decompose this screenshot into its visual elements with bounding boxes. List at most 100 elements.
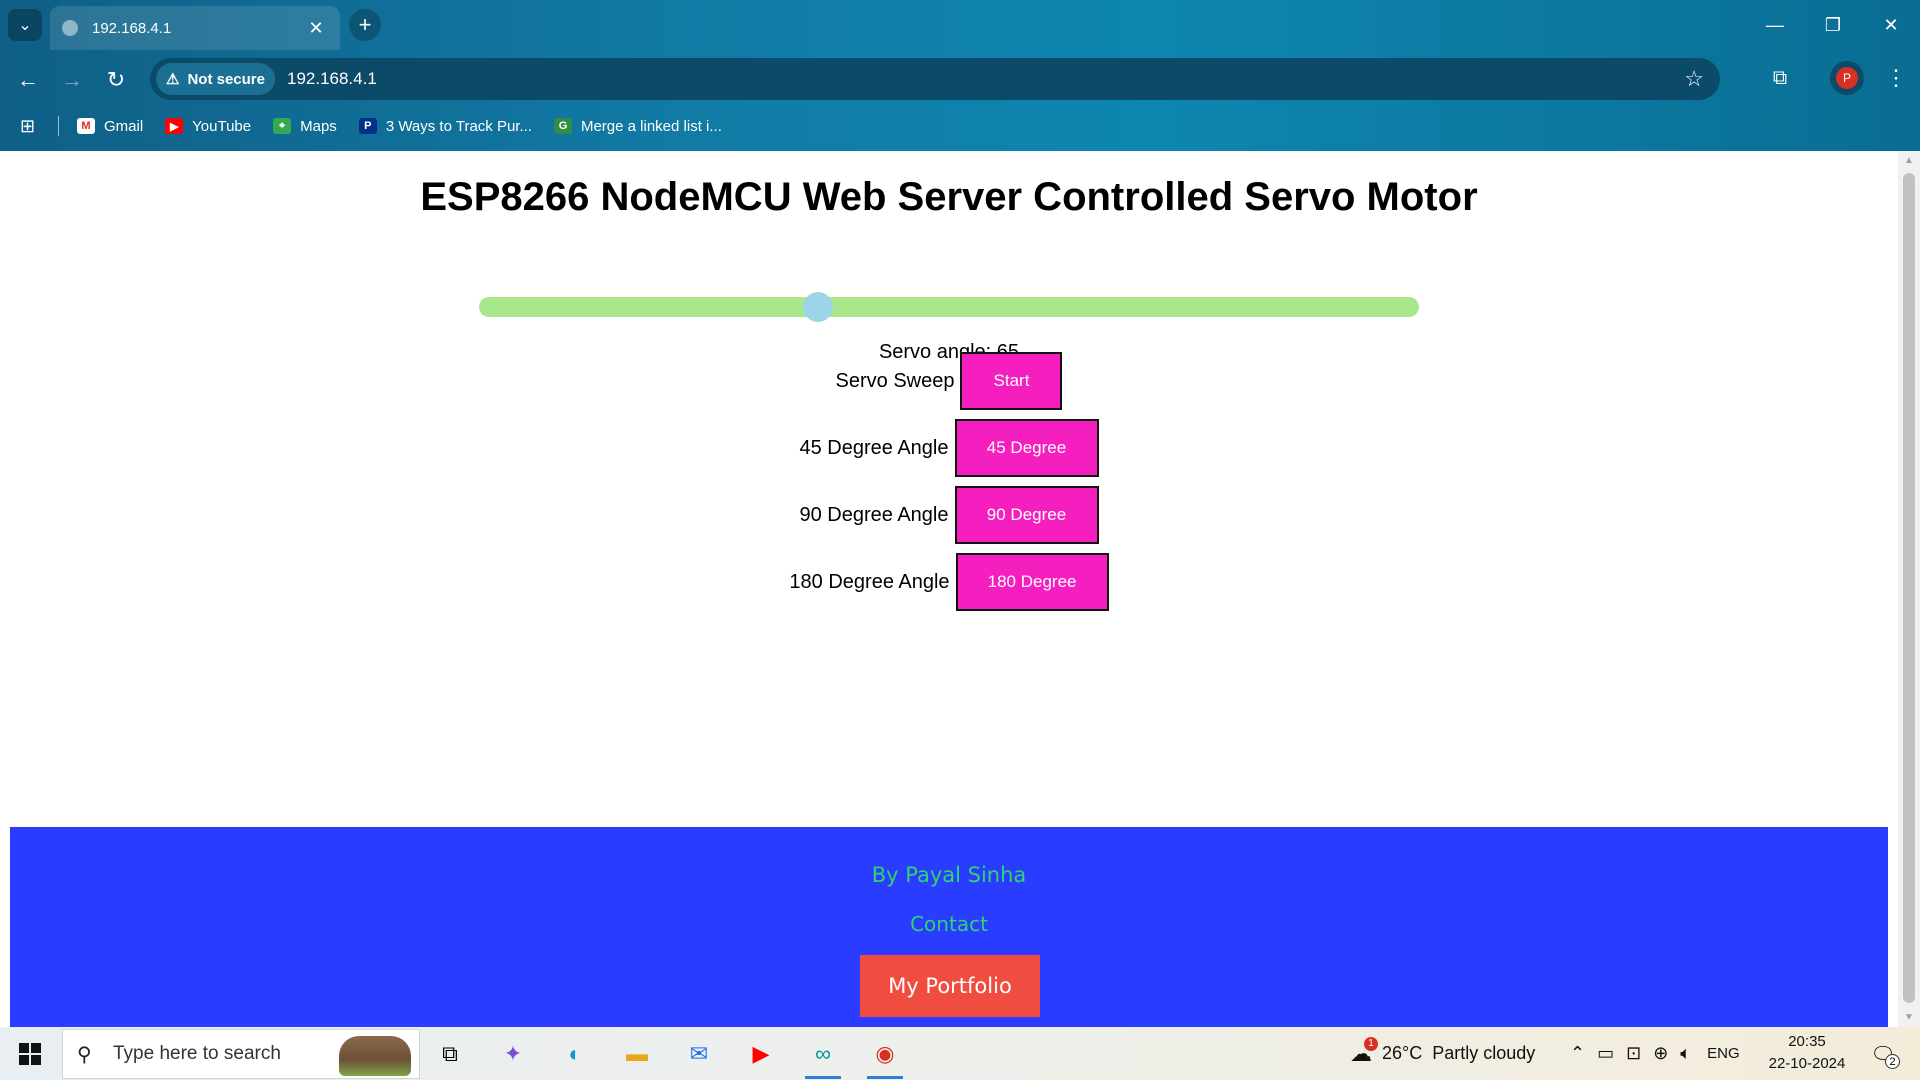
task-view-icon[interactable]: ⧉ [430, 1035, 470, 1073]
search-icon: ⚲ [77, 1043, 92, 1066]
chrome-icon[interactable]: ◉ [865, 1035, 905, 1079]
page-title: ESP8266 NodeMCU Web Server Controlled Se… [420, 175, 1478, 219]
taskbar: ⚲ Type here to search ⧉ ✦ ◐ ▬ ✉ ▶ ∞ ◉ ☁ 1… [0, 1027, 1920, 1080]
speaker-icon[interactable]: 🔈︎ [1680, 1043, 1691, 1064]
bookmark-gmail[interactable]: M Gmail [77, 118, 143, 135]
weather-widget[interactable]: ☁ 1 26°C Partly cloudy [1350, 1027, 1535, 1080]
tab-strip: ⌄ 192.168.4.1 ✕ + — ❐ ✕ [0, 0, 1920, 50]
page-scrollbar[interactable]: ▲ ▼ [1898, 151, 1920, 1027]
servo-sweep-label: Servo Sweep [835, 369, 955, 392]
slider-track[interactable] [479, 297, 1419, 317]
angle-180-label: 180 Degree Angle [789, 570, 950, 593]
browser-chrome: ⌄ 192.168.4.1 ✕ + — ❐ ✕ ← → ↻ ⚠ Not secu… [0, 0, 1920, 151]
chevron-up-icon[interactable]: ⌃ [1570, 1043, 1585, 1064]
arrow-right-icon: → [61, 67, 83, 92]
bookmark-paypal[interactable]: P 3 Ways to Track Pur... [358, 117, 532, 135]
address-bar[interactable]: ⚠ Not secure 192.168.4.1 ☆ [150, 58, 1720, 100]
reload-button[interactable]: ↻ [100, 64, 132, 96]
clock-date: 22-10-2024 [1768, 1055, 1846, 1072]
youtube-icon: ▶ [165, 118, 184, 134]
chevron-down-icon: ⌄ [18, 17, 32, 34]
bookmark-youtube[interactable]: ▶ YouTube [165, 118, 251, 135]
warning-icon: ⚠ [166, 71, 180, 88]
bookmark-label: Maps [300, 117, 337, 135]
portfolio-button[interactable]: My Portfolio [860, 955, 1040, 1017]
gmail-icon: M [77, 118, 95, 134]
tab-title: 192.168.4.1 [92, 19, 172, 37]
bookmark-gfg[interactable]: G Merge a linked list i... [553, 117, 722, 135]
bookmark-label: Merge a linked list i... [580, 117, 722, 135]
slider-thumb[interactable] [803, 292, 834, 322]
angle-180-row: 180 Degree Angle 180 Degree [0, 553, 1898, 611]
start-button[interactable]: Start [960, 352, 1063, 410]
url-text[interactable]: 192.168.4.1 [287, 69, 377, 89]
tab-active[interactable]: 192.168.4.1 ✕ [50, 6, 340, 50]
gfg-icon: G [553, 118, 572, 134]
forward-button[interactable]: → [56, 64, 88, 96]
language-indicator[interactable]: ENG [1707, 1045, 1740, 1062]
minimize-button[interactable]: — [1746, 0, 1804, 50]
tab-close-icon[interactable]: ✕ [304, 18, 328, 39]
bookmarks-bar: ⊞ M Gmail ▶ YouTube ⌖ Maps P 3 Ways to T… [0, 112, 1920, 140]
browser-toolbar: ← → ↻ ⚠ Not secure 192.168.4.1 ☆ [0, 56, 1920, 102]
contact-link[interactable]: Contact [10, 912, 1888, 936]
paypal-icon: P [358, 118, 377, 134]
servo-slider[interactable] [479, 292, 1419, 322]
angle-180-button[interactable]: 180 Degree [955, 553, 1109, 611]
file-explorer-icon[interactable]: ▬ [617, 1035, 657, 1073]
windows-logo-square [19, 1055, 29, 1065]
weather-temp: 26°C [1382, 1043, 1423, 1063]
windows-logo-icon [19, 1043, 29, 1053]
search-highlight-image [339, 1036, 411, 1076]
tab-search-button[interactable]: ⌄ [8, 9, 42, 41]
close-window-button[interactable]: ✕ [1862, 0, 1920, 50]
notification-center[interactable]: 🗨︎ 2 [1868, 1039, 1900, 1069]
weather-cloud-icon: ☁ 1 [1350, 1036, 1378, 1067]
angle-90-label: 90 Degree Angle [799, 503, 949, 526]
bookmark-label: 3 Ways to Track Pur... [385, 117, 532, 135]
kebab-menu-icon[interactable]: ⋮ [1880, 62, 1912, 94]
weather-badge: 1 [1364, 1036, 1378, 1051]
scroll-thumb[interactable] [1903, 173, 1915, 1003]
web-page: ESP8266 NodeMCU Web Server Controlled Se… [0, 151, 1898, 1027]
angle-45-label: 45 Degree Angle [799, 436, 949, 459]
extensions-icon[interactable]: ⧉ [1764, 62, 1796, 94]
bookmark-maps[interactable]: ⌖ Maps [273, 118, 337, 135]
new-tab-button[interactable]: + [349, 9, 381, 41]
meet-now-icon[interactable]: ⊡ [1626, 1043, 1641, 1064]
page-footer: By Payal Sinha Contact My Portfolio [10, 827, 1888, 1027]
profile-button[interactable]: P [1830, 61, 1864, 95]
network-globe-icon[interactable]: ⊕ [1653, 1043, 1668, 1064]
angle-45-row: 45 Degree Angle 45 Degree [0, 419, 1898, 477]
start-button[interactable] [8, 1035, 52, 1073]
security-label: Not secure [187, 70, 265, 88]
angle-90-row: 90 Degree Angle 90 Degree [0, 486, 1898, 544]
window-controls: — ❐ ✕ [1746, 0, 1920, 50]
mail-icon[interactable]: ✉ [679, 1035, 719, 1073]
arrow-left-icon: ← [17, 67, 39, 92]
angle-45-button[interactable]: 45 Degree [954, 419, 1099, 477]
restore-button[interactable]: ❐ [1804, 0, 1862, 50]
bookmark-label: YouTube [192, 117, 252, 135]
security-chip[interactable]: ⚠ Not secure [156, 63, 275, 95]
edge-icon[interactable]: ◐ [555, 1035, 595, 1073]
scroll-up-icon[interactable]: ▲ [1898, 155, 1920, 166]
youtube-app-icon[interactable]: ▶ [741, 1035, 781, 1073]
maps-icon: ⌖ [273, 118, 292, 134]
copilot-icon[interactable]: ✦ [493, 1035, 533, 1073]
clock[interactable]: 20:35 22-10-2024 [1762, 1031, 1852, 1075]
apps-grid-icon[interactable]: ⊞ [20, 116, 44, 137]
servo-sweep-row: Servo Sweep Start [0, 352, 1898, 410]
bookmark-star-icon[interactable]: ☆ [1684, 66, 1704, 92]
angle-90-button[interactable]: 90 Degree [954, 486, 1099, 544]
back-button[interactable]: ← [12, 64, 44, 96]
scroll-down-icon[interactable]: ▼ [1898, 1012, 1920, 1023]
globe-icon [62, 20, 78, 36]
windows-logo-square [31, 1043, 41, 1053]
bookmark-label: Gmail [104, 117, 144, 135]
notification-count: 2 [1885, 1054, 1900, 1069]
arduino-icon[interactable]: ∞ [803, 1035, 843, 1079]
battery-icon[interactable]: ▭ [1597, 1043, 1614, 1064]
taskbar-search[interactable]: ⚲ Type here to search [62, 1029, 420, 1079]
author-credit: By Payal Sinha [871, 863, 1027, 887]
